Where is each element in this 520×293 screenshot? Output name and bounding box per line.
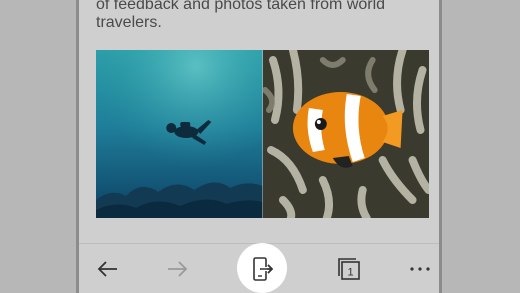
scuba-diver-photo (96, 50, 263, 218)
article-line: of feedback and photos taken from world (96, 0, 386, 13)
phone-send-icon (253, 257, 274, 281)
tabs-icon: 1 (338, 258, 360, 280)
article-image (96, 50, 429, 218)
arrow-left-icon (97, 261, 117, 277)
clownfish-photo (262, 50, 429, 218)
article-line: travelers. (96, 14, 162, 31)
tabs-count: 1 (347, 267, 353, 279)
continue-on-pc-button[interactable] (243, 250, 281, 288)
forward-button[interactable] (158, 250, 196, 288)
article-text: of feedback and photos taken from world … (96, 0, 426, 32)
browser-window: of feedback and photos taken from world … (76, 0, 442, 293)
scuba-diver-illustration (96, 50, 263, 218)
more-button[interactable] (401, 250, 439, 288)
back-button[interactable] (89, 250, 127, 288)
arrow-right-icon (168, 261, 188, 277)
more-icon (410, 267, 430, 271)
clownfish-illustration (262, 50, 429, 218)
tabs-button[interactable]: 1 (330, 250, 368, 288)
